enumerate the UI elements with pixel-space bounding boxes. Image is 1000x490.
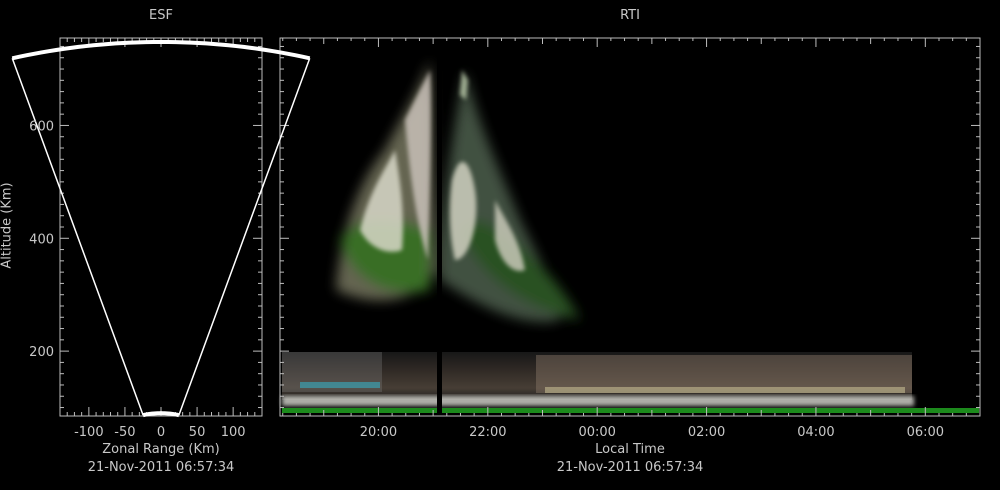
rti-xtick-label: 06:00 [907,425,944,440]
rti-xtick-label: 04:00 [797,425,834,440]
esf-frame [59,37,263,417]
esf-xtick-label: 0 [157,425,165,440]
rti-xtick-label: 00:00 [578,425,615,440]
rti-echo-layer [282,40,979,415]
esf-fan-inner-arc [142,411,180,418]
esf-xtick-label: -100 [74,425,104,440]
esf-xtick-label: 100 [221,425,246,440]
esf-fan-outline [11,39,311,418]
rti-xtick-label: 22:00 [469,425,506,440]
rti-xtick-label: 20:00 [360,425,397,440]
esf-axes [59,37,263,417]
esf-ytick-label: 400 [29,232,54,247]
esf-ytick-label: 600 [29,119,54,134]
chart-canvas: 200 400 600 -100 -50 0 50 100 20:00 22:00 00:00 02:… [11,37,981,440]
esf-xtick-label: -50 [114,425,135,440]
esf-ytick-label: 200 [29,345,54,360]
rti-xtick-label: 02:00 [688,425,725,440]
esf-xtick-label: 50 [189,425,206,440]
